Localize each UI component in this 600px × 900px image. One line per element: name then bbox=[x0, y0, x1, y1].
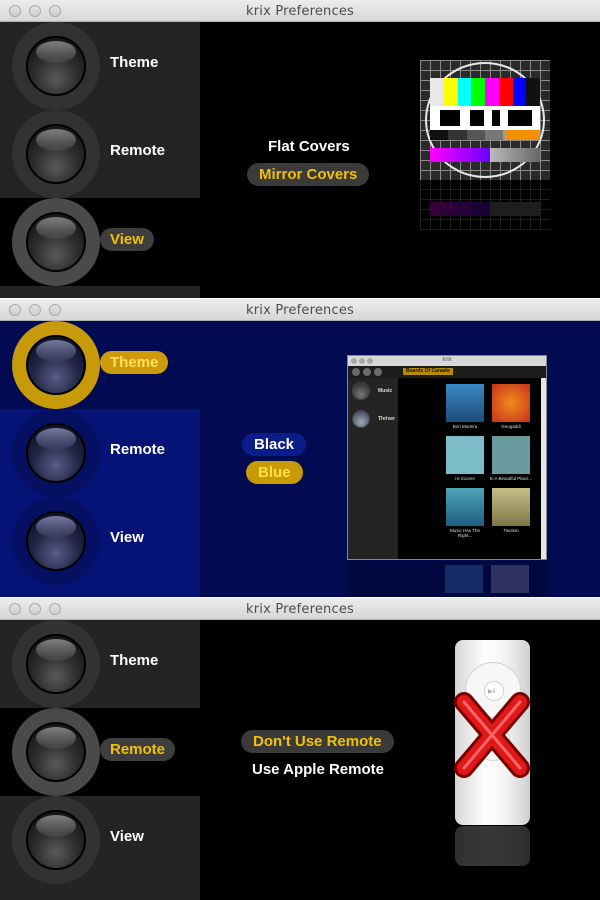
sidebar-item-view[interactable]: View bbox=[0, 497, 200, 585]
preview-album-title: Bon Moreira bbox=[452, 424, 478, 429]
glass-orb-icon bbox=[12, 409, 100, 497]
sidebar-item-theme[interactable]: Theme bbox=[0, 321, 200, 409]
title-bar: krix Preferences bbox=[0, 0, 600, 22]
preferences-content: Theme Remote View Don't Use Remote Use A… bbox=[0, 620, 600, 900]
sidebar: Theme Remote View bbox=[0, 321, 200, 597]
sidebar: Theme Remote View bbox=[0, 620, 200, 900]
sidebar-item-view[interactable]: View bbox=[0, 198, 200, 286]
option-mirror-covers[interactable]: Mirror Covers bbox=[247, 163, 370, 186]
sidebar-item-label: View bbox=[110, 529, 144, 546]
sidebar-item-remote[interactable]: Remote bbox=[0, 110, 200, 198]
sidebar-item-view[interactable]: View bbox=[0, 796, 200, 884]
glass-orb-icon bbox=[12, 198, 100, 286]
sidebar-item-label: View bbox=[110, 828, 144, 845]
glass-orb-icon bbox=[12, 497, 100, 585]
option-blue[interactable]: Blue bbox=[246, 461, 303, 484]
window-title: krix Preferences bbox=[246, 303, 354, 318]
preferences-content: Theme Remote View Black Blue krix Boards… bbox=[0, 321, 600, 597]
preview-window-title: krix bbox=[442, 357, 452, 363]
glass-orb-icon bbox=[12, 708, 100, 796]
sidebar-item-theme[interactable]: Theme bbox=[0, 620, 200, 708]
sidebar-item-label: Theme bbox=[110, 652, 159, 669]
app-screenshot-reflection bbox=[347, 561, 547, 597]
red-x-icon bbox=[454, 692, 530, 778]
option-black[interactable]: Black bbox=[242, 433, 307, 456]
option-flat-covers[interactable]: Flat Covers bbox=[256, 135, 362, 158]
sidebar-item-remote[interactable]: Remote bbox=[0, 409, 200, 497]
preview-sidebar-thriver: Thriver bbox=[378, 416, 395, 422]
option-use-apple-remote[interactable]: Use Apple Remote bbox=[240, 758, 396, 781]
test-card-icon bbox=[420, 60, 550, 180]
title-bar: krix Preferences bbox=[0, 299, 600, 321]
preview-album-title: Hi Scores bbox=[455, 476, 475, 481]
preferences-content: Theme Remote View Flat Covers Mirror Cov… bbox=[0, 22, 600, 298]
sidebar-item-label: View bbox=[100, 228, 154, 251]
remote-reflection bbox=[455, 826, 530, 866]
test-card-reflection bbox=[420, 180, 550, 230]
app-screenshot-icon: krix Boards Of Canada Music Thriver Bon … bbox=[347, 355, 547, 560]
sidebar: Theme Remote View bbox=[0, 22, 200, 298]
preview-album-title: In A Beautiful Place... bbox=[489, 476, 533, 481]
sidebar-item-remote[interactable]: Remote bbox=[0, 708, 200, 796]
preview-sidebar-music: Music bbox=[378, 388, 393, 394]
sidebar-item-label: Remote bbox=[110, 441, 166, 458]
sidebar-item-label: Remote bbox=[110, 142, 166, 159]
window-title: krix Preferences bbox=[246, 602, 354, 617]
preview-breadcrumb: Boards Of Canada bbox=[403, 368, 453, 375]
glass-orb-icon bbox=[12, 321, 100, 409]
glass-orb-icon bbox=[12, 620, 100, 708]
preferences-window-theme: krix Preferences Theme Remote View Black… bbox=[0, 299, 600, 597]
sidebar-item-label: Remote bbox=[100, 738, 176, 761]
option-dont-use-remote[interactable]: Don't Use Remote bbox=[241, 730, 394, 753]
glass-orb-icon bbox=[12, 110, 100, 198]
preview-album-title: Geogaddi bbox=[501, 424, 521, 429]
preview-album-title: Music Has The Right... bbox=[450, 528, 480, 538]
sidebar-item-label: Theme bbox=[110, 54, 159, 71]
glass-orb-icon bbox=[12, 22, 100, 110]
preferences-window-remote: krix Preferences Theme Remote View Don't… bbox=[0, 598, 600, 900]
sidebar-item-label: Theme bbox=[100, 351, 169, 374]
glass-orb-icon bbox=[12, 796, 100, 884]
sidebar-item-theme[interactable]: Theme bbox=[0, 22, 200, 110]
window-title: krix Preferences bbox=[246, 4, 354, 19]
preview-album-title: Twoism bbox=[503, 528, 519, 533]
title-bar: krix Preferences bbox=[0, 598, 600, 620]
preferences-window-view: krix Preferences Theme Remote View Flat … bbox=[0, 0, 600, 298]
